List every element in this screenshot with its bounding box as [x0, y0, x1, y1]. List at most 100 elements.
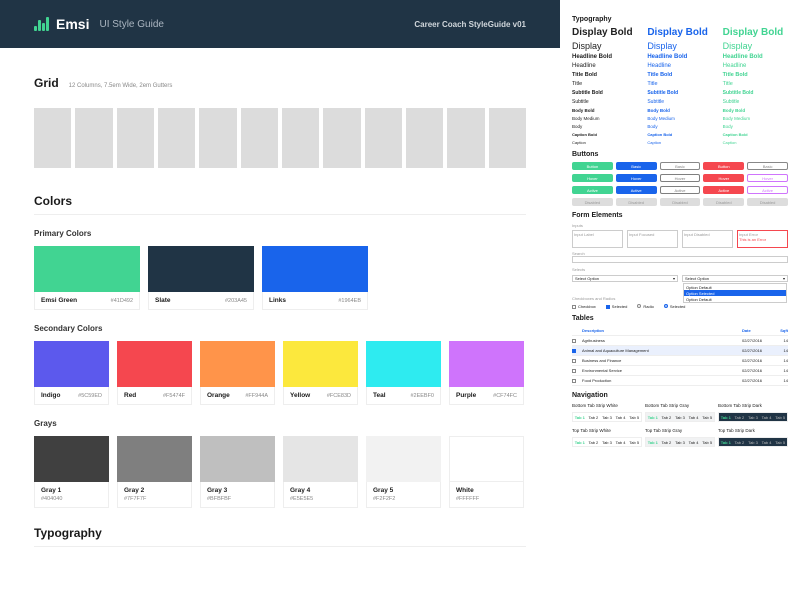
swatch-hex: #F2F2F2: [373, 496, 395, 502]
button-specimen[interactable]: Disabled: [616, 198, 657, 206]
button-specimen[interactable]: Hover: [616, 174, 657, 182]
button-specimen[interactable]: Disabled: [572, 198, 613, 206]
button-specimen[interactable]: Button: [572, 162, 613, 170]
tab[interactable]: Tab 5: [773, 438, 787, 446]
type-specimen: Headline: [572, 63, 637, 69]
tab[interactable]: Tab 3: [600, 438, 614, 446]
type-specimen: Caption Bold: [647, 132, 712, 137]
r-buttons-title: Buttons: [572, 151, 788, 158]
radio-item[interactable]: Radio: [637, 304, 653, 309]
button-specimen[interactable]: Disabled: [747, 198, 788, 206]
input-specimen[interactable]: Input Label: [572, 230, 623, 248]
tab[interactable]: Tab 1: [573, 438, 587, 446]
tab[interactable]: Tab 4: [760, 413, 774, 421]
tab[interactable]: Tab 3: [673, 413, 687, 421]
type-specimen: Headline: [647, 63, 712, 69]
type-specimen: Display Bold: [723, 27, 788, 38]
tab[interactable]: Tab 4: [614, 438, 628, 446]
button-specimen[interactable]: Active: [703, 186, 744, 194]
button-specimen[interactable]: Active: [660, 186, 701, 194]
dropdown-option[interactable]: Option Default: [684, 296, 786, 302]
input-specimen[interactable]: Input Focused: [627, 230, 678, 248]
primary-swatch-row: Emsi Green#41D492Slate#203A45Links#1964E…: [34, 246, 526, 310]
button-specimen[interactable]: Basic: [747, 162, 788, 170]
tab[interactable]: Tab 4: [614, 413, 628, 421]
tab[interactable]: Tab 3: [673, 438, 687, 446]
checkbox-item[interactable]: Checkbox: [572, 304, 596, 309]
button-specimen[interactable]: Hover: [703, 174, 744, 182]
select-closed[interactable]: Select Option▾: [572, 275, 678, 282]
gray-swatch-row: Gray 1#404040Gray 2#7F7F7FGray 3#BFBFBFG…: [34, 436, 526, 508]
tab[interactable]: Tab 2: [733, 438, 747, 446]
tab[interactable]: Tab 2: [733, 413, 747, 421]
radio-item[interactable]: Selected: [664, 304, 686, 309]
tab[interactable]: Tab 2: [587, 438, 601, 446]
button-specimen[interactable]: Active: [747, 186, 788, 194]
swatch-hex: #BFBFBF: [207, 496, 231, 502]
tab[interactable]: Tab 3: [600, 413, 614, 421]
button-specimen[interactable]: Hover: [572, 174, 613, 182]
button-specimen[interactable]: Basic: [616, 162, 657, 170]
table-row[interactable]: Food Production02/27/201614: [572, 376, 788, 386]
table-row[interactable]: Environmental Service02/27/201614: [572, 366, 788, 376]
tab[interactable]: Tab 2: [660, 438, 674, 446]
swatch-hex: #FF944A: [245, 393, 268, 399]
tabstrip-label: Top Tab Strip White: [572, 428, 642, 433]
primary-colors-label: Primary Colors: [34, 229, 526, 238]
color-swatch: Slate#203A45: [148, 246, 254, 310]
search-input[interactable]: [572, 256, 788, 263]
tab[interactable]: Tab 4: [760, 438, 774, 446]
grid-preview: [34, 108, 526, 168]
tab[interactable]: Tab 4: [687, 438, 701, 446]
tab[interactable]: Tab 5: [627, 438, 641, 446]
tab[interactable]: Tab 1: [646, 413, 660, 421]
table-row[interactable]: Agribusiness02/27/201614: [572, 336, 788, 346]
tabstrip-label: Top Tab Strip Gray: [645, 428, 715, 433]
tab[interactable]: Tab 1: [719, 438, 733, 446]
input-specimen[interactable]: Input Disabled: [682, 230, 733, 248]
swatch-name: Red: [124, 392, 136, 399]
swatch-name: Yellow: [290, 392, 310, 399]
grid-column: [158, 108, 195, 168]
button-specimen[interactable]: Active: [572, 186, 613, 194]
tab[interactable]: Tab 2: [587, 413, 601, 421]
color-swatch: Purple#CF74FC: [449, 341, 524, 405]
button-specimen[interactable]: Disabled: [703, 198, 744, 206]
button-specimen[interactable]: Active: [616, 186, 657, 194]
tab[interactable]: Tab 1: [719, 413, 733, 421]
grid-meta: 12 Columns, 7.5em Wide, 2em Gutters: [69, 83, 173, 89]
swatch-name: Slate: [155, 297, 171, 304]
tabstrip-label: Bottom Tab Strip Gray: [645, 403, 715, 408]
tab[interactable]: Tab 1: [646, 438, 660, 446]
checkbox-item[interactable]: Selected: [606, 304, 628, 309]
button-specimen[interactable]: Basic: [660, 162, 701, 170]
button-specimen[interactable]: Hover: [660, 174, 701, 182]
secondary-colors-label: Secondary Colors: [34, 324, 526, 333]
table-row[interactable]: Business and Finance02/27/201614: [572, 356, 788, 366]
tab[interactable]: Tab 3: [746, 438, 760, 446]
tabstrip: Tab 1Tab 2Tab 3Tab 4Tab 5: [645, 412, 715, 422]
select-open[interactable]: Select Option▾ Option DefaultOption Sele…: [682, 275, 788, 282]
tab[interactable]: Tab 2: [660, 413, 674, 421]
tab[interactable]: Tab 5: [700, 413, 714, 421]
tab[interactable]: Tab 5: [627, 413, 641, 421]
color-swatch: Gray 5#F2F2F2: [366, 436, 441, 508]
input-specimen[interactable]: Input ErrorThis is an Error: [737, 230, 788, 248]
type-specimen: Subtitle: [572, 99, 637, 105]
r-tables-title: Tables: [572, 315, 788, 322]
grid-column: [34, 108, 71, 168]
type-specimen: Title: [647, 81, 712, 87]
color-swatch: Yellow#FCE83D: [283, 341, 358, 405]
swatch-hex: #404040: [41, 496, 62, 502]
button-specimen[interactable]: Hover: [747, 174, 788, 182]
tab[interactable]: Tab 5: [773, 413, 787, 421]
button-specimen[interactable]: Disabled: [660, 198, 701, 206]
secondary-swatch-row: Indigo#5C59EDRed#F5474FOrange#FF944AYell…: [34, 341, 526, 405]
tab[interactable]: Tab 5: [700, 438, 714, 446]
button-specimen[interactable]: Button: [703, 162, 744, 170]
type-specimen: Display: [723, 41, 788, 51]
tab[interactable]: Tab 1: [573, 413, 587, 421]
tab[interactable]: Tab 4: [687, 413, 701, 421]
table-row[interactable]: Animal and Aquaculture Management02/27/2…: [572, 346, 788, 356]
tab[interactable]: Tab 3: [746, 413, 760, 421]
